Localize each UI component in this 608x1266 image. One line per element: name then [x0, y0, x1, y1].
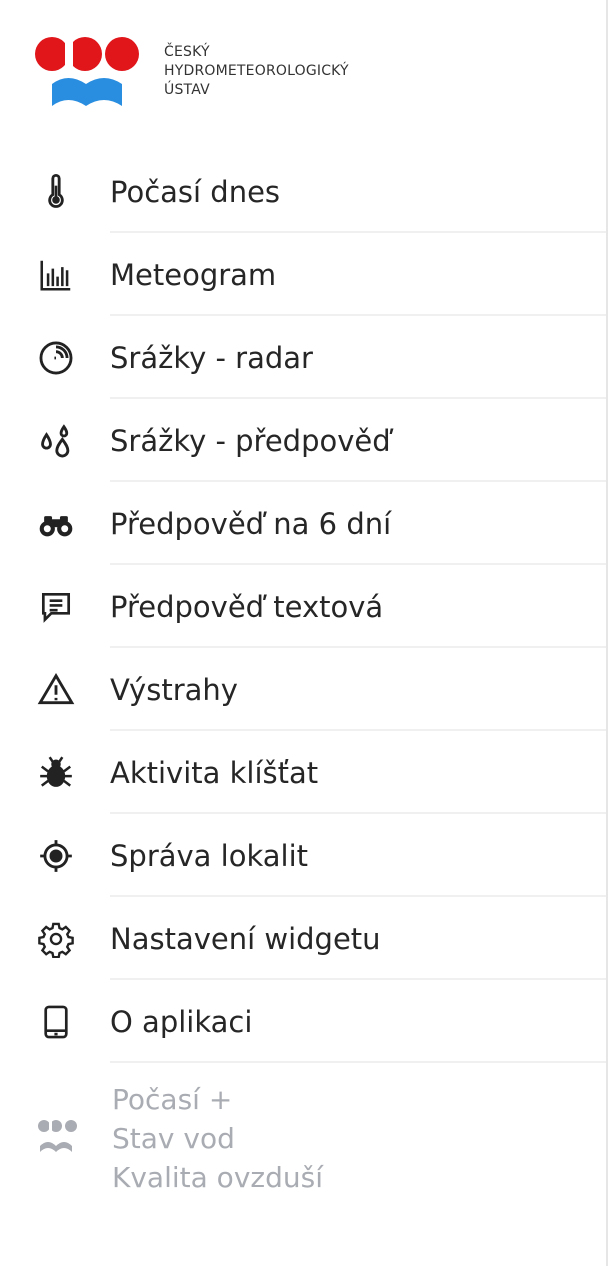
menu-item-label: Výstrahy [110, 672, 238, 707]
logo-line-3: ÚSTAV [164, 82, 210, 98]
thermometer-icon [36, 172, 76, 212]
chmi-mini-logo-icon [38, 1119, 77, 1152]
menu-item-o-aplikaci[interactable]: O aplikaci [0, 980, 606, 1063]
menu-item-label: Předpověď na 6 dní [110, 506, 392, 541]
promo-other-apps[interactable]: Počasí + Stav vod Kvalita ovzduší [0, 1080, 606, 1195]
bar-chart-icon [36, 255, 76, 295]
menu-item-predpoved-6-dni[interactable]: Předpověď na 6 dní [0, 482, 606, 565]
menu-item-label: Nastavení widgetu [110, 921, 381, 956]
logo-line-2: HYDROMETEOROLOGICKÝ [164, 63, 349, 79]
gear-icon [36, 919, 76, 959]
menu-item-sprava-lokalit[interactable]: Správa lokalit [0, 814, 606, 897]
message-icon [36, 587, 76, 627]
menu-item-srazky-predpoved[interactable]: Srážky - předpověď [0, 399, 606, 482]
menu-item-label: Předpověď textová [110, 589, 384, 624]
menu-item-nastaveni-widgetu[interactable]: Nastavení widgetu [0, 897, 606, 980]
chmi-logo-text: ČESKÝ HYDROMETEOROLOGICKÝ ÚSTAV [164, 43, 349, 100]
menu-item-pocasi-dnes[interactable]: Počasí dnes [0, 150, 606, 233]
menu-item-label: Správa lokalit [110, 838, 309, 873]
menu-item-meteogram[interactable]: Meteogram [0, 233, 606, 316]
menu-item-vystrahy[interactable]: Výstrahy [0, 648, 606, 731]
logo-line-1: ČESKÝ [164, 44, 210, 60]
promo-line-1: Počasí + [112, 1083, 233, 1116]
divider [110, 1061, 606, 1063]
raindrops-icon [36, 421, 76, 461]
tablet-icon [36, 1002, 76, 1042]
menu-item-label: Aktivita klíšťat [110, 755, 319, 790]
navigation-drawer: ČESKÝ HYDROMETEOROLOGICKÝ ÚSTAV Počasí d… [0, 0, 608, 1266]
promo-text: Počasí + Stav vod Kvalita ovzduší [112, 1080, 323, 1197]
binoculars-icon [36, 504, 76, 544]
menu-item-aktivita-klistat[interactable]: Aktivita klíšťat [0, 731, 606, 814]
menu-item-label: Meteogram [110, 257, 277, 292]
menu-item-srazky-radar[interactable]: Srážky - radar [0, 316, 606, 399]
chmi-logo-mark-icon [35, 37, 139, 106]
drawer-menu: Počasí dnes Meteogram Srážky - radar Srá… [0, 150, 606, 1063]
menu-item-label: Počasí dnes [110, 174, 281, 209]
promo-line-2: Stav vod [112, 1122, 235, 1155]
chmi-logo: ČESKÝ HYDROMETEOROLOGICKÝ ÚSTAV [34, 34, 394, 114]
menu-item-label: Srážky - předpověď [110, 423, 391, 458]
menu-item-label: Srážky - radar [110, 340, 313, 375]
promo-line-3: Kvalita ovzduší [112, 1161, 323, 1194]
menu-item-label: O aplikaci [110, 1004, 253, 1039]
warning-icon [36, 670, 76, 710]
tick-icon [36, 753, 76, 793]
menu-item-predpoved-textova[interactable]: Předpověď textová [0, 565, 606, 648]
radar-icon [36, 338, 76, 378]
location-target-icon [36, 836, 76, 876]
